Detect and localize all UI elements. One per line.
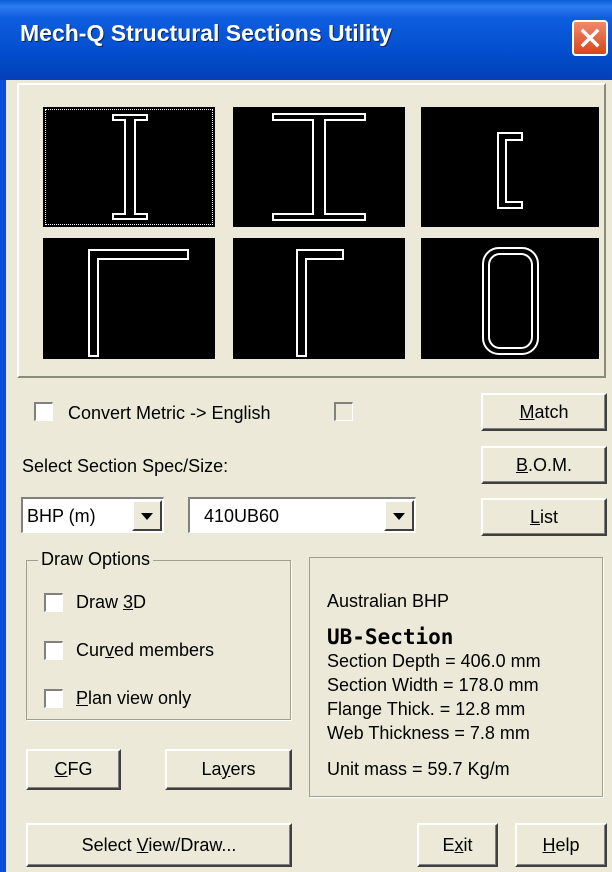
exit-button[interactable]: Exit [417,823,498,867]
section-tile-uc[interactable] [233,107,405,227]
bom-button[interactable]: B.O.M. [481,446,607,484]
section-tile-channel[interactable] [421,107,599,227]
spec-dropdown-button[interactable] [132,500,162,531]
web-thickness: Web Thickness = 7.8 mm [327,723,530,743]
select-view-draw-button[interactable]: Select View/Draw... [26,823,292,867]
unit-mass: Unit mass = 59.7 Kg/m [327,759,510,779]
curved-members-checkbox[interactable] [44,641,63,660]
unequal-angle-icon [296,249,344,357]
convert-units-label: Convert Metric -> English [68,403,271,423]
cfg-label: CFG [54,759,93,779]
match-label: Match [519,401,569,422]
title-bar[interactable]: Mech-Q Structural Sections Utility [0,0,612,80]
help-button[interactable]: Help [515,823,607,867]
section-tile-equal-angle[interactable] [43,238,215,359]
window-border [0,80,6,872]
unlabeled-checkbox[interactable] [334,402,353,421]
section-width: Section Width = 178.0 mm [327,675,539,695]
select-view-draw-label: Select View/Draw... [81,834,237,855]
plan-view-checkbox[interactable] [44,689,63,708]
curved-members-label: Curved members [76,640,215,660]
window-title: Mech-Q Structural Sections Utility [20,20,392,46]
equal-angle-icon [88,249,189,357]
close-button[interactable] [572,20,608,56]
layers-button[interactable]: Layers [165,749,292,790]
section-tile-rhs[interactable] [421,238,599,359]
section-size-value: 410UB60 [204,506,280,526]
section-spec-select[interactable]: BHP (m) [21,497,164,533]
cfg-button[interactable]: CFG [26,749,121,790]
help-label: Help [542,834,580,855]
section-size-select[interactable]: 410UB60 [188,497,416,533]
section-depth: Section Depth = 406.0 mm [327,651,541,671]
section-spec-label: Select Section Spec/Size: [22,456,229,476]
list-label: List [529,506,558,527]
list-button[interactable]: List [481,498,607,536]
layers-label: Layers [201,759,256,779]
chevron-down-icon [141,505,153,526]
i-beam-wide-icon [272,113,366,221]
section-spec-value: BHP (m) [27,506,96,526]
rectangular-hollow-section-icon [482,247,539,355]
section-tile-ub[interactable] [43,107,215,227]
section-standard: Australian BHP [327,591,450,611]
exit-label: Exit [442,834,473,855]
plan-view-label: Plan view only [76,688,192,708]
channel-icon [497,132,523,209]
i-beam-tall-icon [112,114,148,220]
dialog-window: Mech-Q Structural Sections Utility Conve… [0,0,612,872]
flange-thickness: Flange Thick. = 12.8 mm [327,699,526,719]
section-tile-unequal-angle[interactable] [233,238,405,359]
size-dropdown-button[interactable] [384,500,414,531]
chevron-down-icon [393,505,405,526]
draw-3d-checkbox[interactable] [44,593,63,612]
match-button[interactable]: Match [481,393,607,431]
close-icon [580,28,600,48]
bom-label: B.O.M. [515,454,572,475]
draw-3d-label: Draw 3D [76,592,147,612]
section-type-heading: UB-Section [327,625,454,649]
draw-options-title: Draw Options [38,549,154,570]
convert-units-checkbox[interactable] [34,402,53,421]
